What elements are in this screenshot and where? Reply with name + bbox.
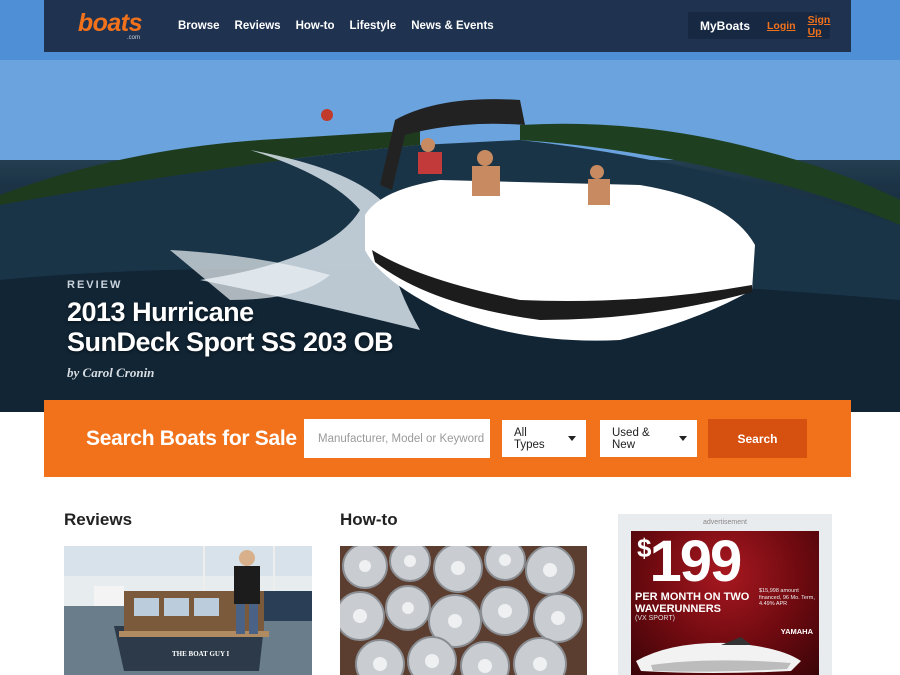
howto-thumbnail[interactable] [340, 546, 587, 675]
site-logo[interactable]: boats .com [70, 9, 143, 42]
ad-currency: $ [637, 533, 652, 563]
howto-heading[interactable]: How-to [340, 510, 398, 530]
nav-browse[interactable]: Browse [178, 20, 220, 32]
myboats-link[interactable]: MyBoats [700, 19, 750, 33]
search-button[interactable]: Search [708, 419, 807, 458]
reviews-heading[interactable]: Reviews [64, 510, 132, 530]
advertisement-box: advertisement $199 $15,998 amount financ… [618, 514, 832, 675]
hero-headline-line2[interactable]: SunDeck Sport SS 203 OB [67, 327, 394, 357]
ad-line3: (VX SPORT) [635, 615, 675, 622]
condition-select-value: Used & New [612, 426, 650, 451]
ad-line1: PER MONTH ON TWO [635, 591, 750, 603]
signup-link[interactable]: Sign Up [808, 14, 831, 38]
nav-how-to[interactable]: How-to [296, 20, 335, 32]
hero-caption[interactable]: REVIEW 2013 Hurricane SunDeck Sport SS 2… [67, 279, 394, 381]
login-link[interactable]: Login [767, 20, 796, 32]
hero-headline[interactable]: 2013 Hurricane SunDeck Sport SS 203 OB [67, 297, 394, 357]
nav-reviews[interactable]: Reviews [235, 20, 281, 32]
yamaha-ad[interactable]: $199 $15,998 amount financed, 96 Mo. Ter… [631, 531, 819, 675]
search-title: Search Boats for Sale [86, 426, 297, 450]
account-box: MyBoats Login Sign Up [688, 12, 830, 39]
howto-photo [340, 546, 587, 675]
hero-banner[interactable]: REVIEW 2013 Hurricane SunDeck Sport SS 2… [0, 0, 900, 412]
hull-name: THE BOAT GUY I [172, 650, 230, 658]
search-input[interactable] [304, 419, 490, 458]
type-select[interactable]: All Types [502, 420, 586, 457]
main-nav: Browse Reviews How-to Lifestyle News & E… [178, 20, 509, 32]
ad-label: advertisement [703, 519, 747, 526]
review-thumbnail[interactable]: THE BOAT GUY I [64, 546, 312, 675]
logo-text: boats [77, 9, 143, 37]
hero-headline-line1[interactable]: 2013 Hurricane [67, 297, 393, 327]
ad-price-value: 199 [649, 531, 742, 594]
hero-byline: by Carol Cronin [67, 365, 155, 380]
logo-suffix: .com [126, 35, 140, 41]
chevron-down-icon [568, 436, 576, 441]
chevron-down-icon [679, 436, 687, 441]
nav-lifestyle[interactable]: Lifestyle [350, 20, 397, 32]
condition-select[interactable]: Used & New [600, 420, 697, 457]
site-header: boats .com Browse Reviews How-to Lifesty… [44, 0, 851, 52]
type-select-value: All Types [514, 426, 545, 451]
nav-news-events[interactable]: News & Events [411, 20, 493, 32]
ad-price: $199 [637, 531, 742, 594]
waverunner-image [636, 637, 801, 673]
boat-search-bar: Search Boats for Sale All Types Used & N… [44, 400, 851, 477]
hero-kicker: REVIEW [67, 279, 123, 291]
ad-fine-print: $15,998 amount financed, 96 Mo. Term, 4.… [759, 588, 815, 607]
ad-line2: WAVERUNNERS [635, 603, 721, 615]
